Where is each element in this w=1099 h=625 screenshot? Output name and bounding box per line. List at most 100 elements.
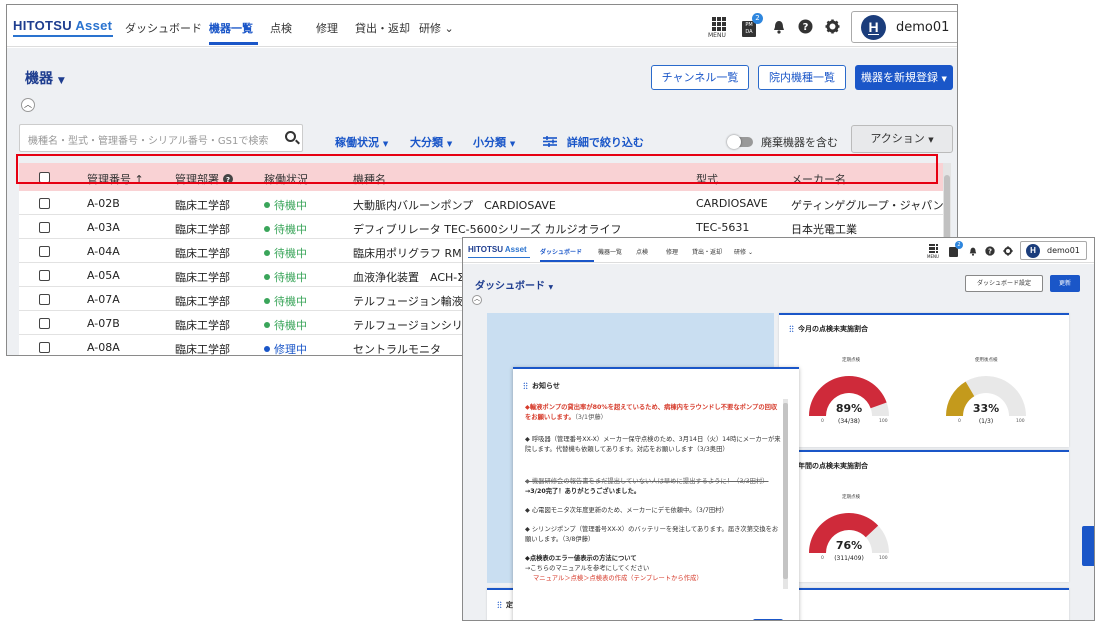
filter-status[interactable]: 稼働状況 ▼ [335,134,388,150]
cell-type: CARDIOSAVE [696,197,768,210]
table-row[interactable]: A-02B 臨床工学部 待機中 大動脈内バルーンポンプ CARDIOSAVE CARDI… [19,191,944,215]
username: demo01 [1047,246,1080,255]
filter-detail[interactable]: 詳細で絞り込む [543,134,644,150]
include-disposed-label: 廃棄機器を含む [761,136,838,149]
dashboard-settings-button[interactable]: ダッシュボード設定 [965,275,1043,292]
menu-grid-icon[interactable] [712,17,726,31]
row-checkbox[interactable] [39,294,50,305]
row-checkbox[interactable] [39,318,50,329]
cell-id: A-07B [87,317,120,330]
bell-icon[interactable] [969,247,977,256]
pmda-icon[interactable]: PM DA [742,21,756,37]
cell-status: 待機中 [264,197,307,213]
include-disposed-toggle[interactable] [727,135,753,149]
gauge-label: 使用後点検 [975,358,998,363]
gauge-label: 定期点検 [842,495,860,500]
row-checkbox[interactable] [39,198,50,209]
search-icon[interactable] [285,131,296,142]
notice-item-struck: ◆ 機器研修会の報告書をまだ提出していない人は早めに提出するように！（3/3田村… [525,478,769,485]
username: demo01 [896,20,950,35]
logo-underline [13,35,113,37]
cell-department: 臨床工学部 [175,271,230,284]
notice-item: ◆ 機器研修会の報告書をまだ提出していない人は早めに提出するように！（3/3田村… [525,477,781,497]
drag-handle-icon[interactable] [497,601,502,608]
nav-dashboard[interactable]: ダッシュボード [125,20,202,36]
collapse-toggle-icon[interactable]: ︿ [21,98,35,112]
gear-icon[interactable] [1003,246,1013,256]
avatar: H [861,15,886,40]
row-checkbox[interactable] [39,246,50,257]
row-checkbox[interactable] [39,342,50,353]
svg-text:?: ? [988,247,992,255]
caret-down-icon: ▼ [941,75,947,83]
cell-maker: ゲティンゲグループ・ジャパン [791,199,944,212]
drag-handle-icon[interactable] [523,382,528,389]
filter-minor-category[interactable]: 小分類 ▼ [473,134,515,150]
edit-button[interactable]: 編集 [753,619,783,620]
gauge-percentage: 33% [972,402,1000,415]
nav-equipment-list[interactable]: 機器一覧 [598,247,622,256]
gear-icon[interactable] [825,19,840,34]
channel-list-button[interactable]: チャンネル一覧 [651,65,749,90]
nav-training[interactable]: 研修 ⌄ [734,247,753,256]
notice-title[interactable]: お知らせ [523,381,560,391]
top-navigation-bar: HITOTSU Asset ダッシュボード 機器一覧 点検 修理 貸出・返却 研… [7,5,957,47]
top-navigation-bar: HITOTSU Asset ダッシュボード 機器一覧 点検 修理 貸出・返却 研… [463,238,1094,263]
menu-grid-icon[interactable] [929,244,939,253]
filter-major-label: 大分類 [410,136,443,149]
bell-icon[interactable] [773,20,785,34]
help-icon[interactable]: ? [985,246,995,256]
filter-major-category[interactable]: 大分類 ▼ [410,134,452,150]
cell-maker: 日本光電工業 [791,223,857,236]
register-equipment-button[interactable]: 機器を新規登録 ▼ [855,65,953,90]
yearly-inspection-title[interactable]: 年間の点検未実施割合 [789,461,868,471]
manual-link[interactable]: マニュアル＞点検＞点検表の作成（テンプレートから作成） [533,574,789,584]
nav-equipment-list[interactable]: 機器一覧 [209,20,253,36]
drag-handle-icon[interactable] [789,325,794,332]
gauge-min-tick: 0 [821,419,824,424]
gauge-max-tick: 100 [1016,419,1025,424]
collapse-toggle-icon[interactable]: ︿ [472,295,482,305]
nav-lending[interactable]: 貸出・返却 [692,247,722,256]
user-menu[interactable]: H demo01 [1020,241,1087,260]
logo-underline [468,257,530,258]
table-row[interactable]: A-03A 臨床工学部 待機中 デフィブリレータ TEC-5600シリーズ カルジオラ… [19,215,943,239]
dashboard-content: ダッシュボード ▼ ︿ ダッシュボード設定 更新 今月の点検未実施割合 定期点検… [463,264,1094,620]
monthly-inspection-title[interactable]: 今月の点検未実施割合 [789,324,868,334]
inhouse-model-list-button[interactable]: 院内機種一覧 [758,65,846,90]
status-text: 修理中 [274,343,307,356]
status-text: 待機中 [274,271,307,284]
gauge-percentage: 89% [835,402,863,415]
nav-dashboard[interactable]: ダッシュボード [540,247,582,256]
cell-department: 臨床工学部 [175,343,230,356]
user-menu[interactable]: H demo01 [851,11,957,43]
notice-item: ◆輸液ポンプの貸出率が80%を超えているため、病棟内をラウンドし不要なポンプの回… [525,403,781,423]
search-input[interactable]: 機種名・型式・管理番号・シリアル番号・GS1で検索 [19,124,303,152]
status-dot-icon [264,274,270,280]
page-title[interactable]: 機器 ▼ [25,68,65,88]
page-title[interactable]: ダッシュボード ▼ [475,277,553,292]
status-dot-icon [264,298,270,304]
gauge-min-tick: 0 [958,419,961,424]
status-text: 待機中 [274,199,307,212]
app-logo[interactable]: HITOTSU Asset [468,245,527,254]
nav-training[interactable]: 研修 ⌄ [419,20,454,36]
row-checkbox[interactable] [39,270,50,281]
action-dropdown[interactable]: アクション ▼ [851,125,953,153]
side-panel-tab[interactable] [1082,526,1094,566]
nav-repair[interactable]: 修理 [316,20,338,36]
row-checkbox[interactable] [39,222,50,233]
notice-scrollbar[interactable] [783,399,788,589]
bottom-widget-title[interactable]: 定 [497,600,513,610]
nav-lending[interactable]: 貸出・返却 [355,20,410,36]
caret-down-icon: ▼ [928,136,934,144]
cell-model-name: 大動脈内バルーンポンプ CARDIOSAVE [353,199,556,212]
nav-inspection[interactable]: 点検 [270,20,292,36]
app-logo[interactable]: HITOTSU Asset [13,18,112,33]
refresh-button[interactable]: 更新 [1050,275,1080,292]
filter-sliders-icon [543,136,557,147]
nav-repair[interactable]: 修理 [666,247,678,256]
nav-inspection[interactable]: 点検 [636,247,648,256]
notice-item: ◆ シリンジポンプ（管理番号XX-X）のバッテリーを発注してあります。届き次第交… [525,526,779,543]
help-icon[interactable]: ? [798,19,813,34]
